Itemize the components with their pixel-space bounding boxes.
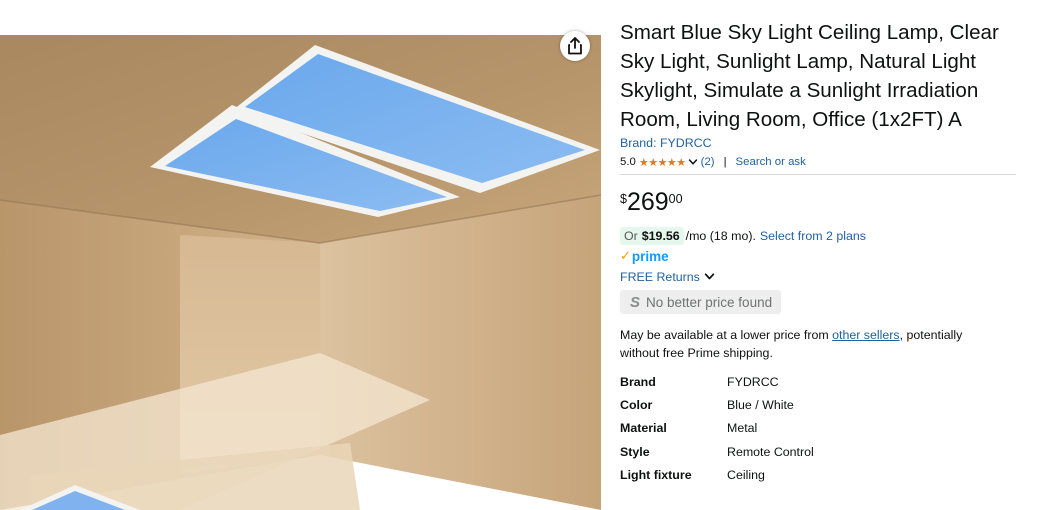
product-photo (0, 35, 601, 510)
spec-key: Brand (620, 374, 656, 389)
spec-value: Metal (727, 421, 758, 436)
no-better-price-badge: S No better price found (620, 290, 782, 314)
price-tracker-icon: S (630, 293, 641, 311)
rating-row: 5.0 ★★★★★ (2) | Search or ask (620, 154, 1020, 170)
product-details: Smart Blue Sky Light Ceiling Lamp, Clear… (620, 18, 1020, 486)
spec-value: FYDRCC (727, 374, 779, 389)
no-better-price-label: No better price found (646, 294, 773, 310)
spec-row: Light fixture Ceiling (620, 463, 814, 486)
share-button[interactable] (560, 31, 590, 61)
price: $ 269 00 (620, 187, 1020, 221)
spec-row: Color Blue / White (620, 393, 814, 416)
installment-amount: $19.56 (641, 228, 680, 243)
prime-check-icon: ✓ (620, 248, 631, 263)
availability-note-text: May be available at a lower price from (620, 328, 833, 342)
prime-badge: ✓ prime (620, 247, 1020, 265)
installment-offer: Or $19.56 /mo (18 mo). Select from 2 pla… (620, 226, 1020, 245)
installment-badge: Or $19.56 (620, 226, 684, 245)
availability-note: May be available at a lower price from o… (620, 326, 1000, 362)
select-plans-link[interactable]: Select from 2 plans (760, 229, 866, 243)
prime-label: prime (631, 248, 669, 264)
share-icon (568, 37, 582, 55)
installment-or: Or (624, 228, 638, 243)
brand-link[interactable]: Brand: FYDRCC (620, 136, 1020, 150)
spec-value: Ceiling (727, 467, 765, 482)
rating-value: 5.0 (620, 156, 636, 168)
product-specs-table: Brand FYDRCC Color Blue / White Material… (620, 370, 814, 486)
spec-value: Blue / White (727, 397, 794, 412)
chevron-down-icon[interactable] (688, 157, 698, 167)
spec-key: Light fixture (620, 467, 692, 482)
separator: | (723, 156, 727, 168)
product-title: Smart Blue Sky Light Ceiling Lamp, Clear… (620, 21, 999, 131)
search-or-ask-link[interactable]: Search or ask (736, 156, 806, 168)
chevron-down-icon[interactable] (704, 271, 715, 282)
rating-count[interactable]: (2) (701, 156, 715, 168)
other-sellers-link[interactable]: other sellers (832, 328, 900, 342)
spec-value: Remote Control (727, 444, 814, 459)
free-returns-label[interactable]: FREE Returns (620, 270, 700, 284)
divider (620, 174, 1016, 175)
spec-key: Style (620, 444, 650, 459)
price-fraction: 00 (668, 192, 683, 206)
installment-terms: /mo (18 mo). (685, 228, 756, 243)
spec-key: Color (620, 397, 653, 412)
spec-row: Material Metal (620, 417, 814, 440)
price-currency: $ (620, 192, 627, 206)
spec-key: Material (620, 421, 667, 436)
spec-row: Brand FYDRCC (620, 370, 814, 393)
spec-row: Style Remote Control (620, 440, 814, 463)
star-rating-icon[interactable]: ★★★★★ (639, 156, 686, 169)
price-whole: 269 (626, 188, 669, 216)
free-returns-link[interactable]: FREE Returns (620, 268, 1020, 285)
product-image[interactable] (0, 35, 601, 510)
